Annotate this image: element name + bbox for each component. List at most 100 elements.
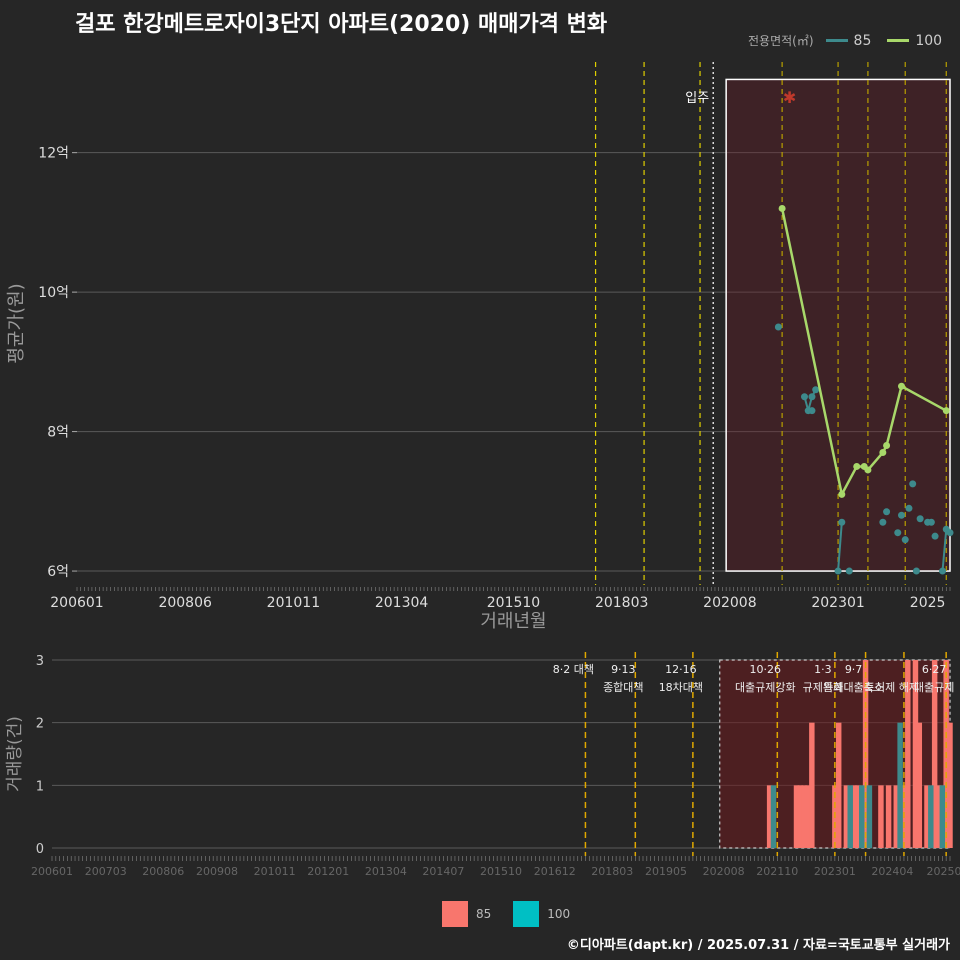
bottom-y-tick-label-3: 3 [36,654,44,669]
series-100-point-1 [838,490,846,498]
bottom-x-tick-label-2: 200806 [142,865,184,878]
series-85-point-13 [901,536,909,544]
bar-85-23 [947,722,953,848]
bar-100-5 [928,785,934,848]
x-tick-label-3: 201304 [375,595,429,611]
bottom-x-tick-label-12: 202008 [703,865,745,878]
series-100-point-0 [778,204,786,212]
legend-bottom-item-85: 85 [476,907,492,921]
policy-label-5-a: 9·7 [845,663,863,676]
policy-label-7-a: 6·27 [922,663,947,676]
policy-label-1-a: 9·13 [611,663,636,676]
policy-label-0-a: 8·2 대책 [553,663,594,676]
y-tick-label-2: 10억 [38,285,69,301]
series-85-point-15 [909,480,917,488]
bar-100-1 [847,785,853,848]
bottom-x-tick-label-11: 201905 [645,865,687,878]
series-85-point-17 [916,515,924,523]
policy-label-2-a: 12·16 [665,663,697,676]
series-100-point-7 [898,382,905,390]
y-tick-label-0: 6억 [47,564,69,580]
series-85-point-7 [838,518,846,526]
policy-label-2-b: 18차대책 [659,681,703,694]
series-100-point-8 [942,407,950,415]
bottom-y-tick-label-0: 0 [36,842,44,857]
policy-label-3-b: 대출규제강화 [735,681,796,694]
x-tick-label-2: 201011 [267,595,320,611]
bottom-x-tick-label-9: 201612 [534,865,576,878]
policy-label-1-b: 종합대책 [603,681,643,694]
series-100-point-6 [883,442,891,450]
y-tick-label-3: 12억 [38,146,69,162]
x-tick-label-8: 2025 [910,595,946,611]
move-in-label: 입주 [685,91,709,106]
x-tick-label-6: 202008 [703,595,756,611]
bottom-x-tick-label-7: 201407 [422,865,464,878]
x-tick-label-1: 200806 [158,595,212,611]
series-85-point-9 [879,518,887,526]
bottom-x-tick-label-10: 201803 [591,865,633,878]
series-85-point-4 [812,386,820,394]
x-axis-title: 거래년월 [480,611,546,632]
series-85-point-1 [801,393,808,401]
bar-85-12 [878,785,884,848]
series-85-point-3 [808,393,816,401]
bottom-x-tick-label-3: 200908 [196,865,238,878]
series-85-point-12 [898,511,905,519]
series-85-point-8 [845,567,853,575]
policy-label-7-b: 대출규제 [914,681,954,694]
x-tick-label-0: 200601 [50,595,103,611]
series-85-point-21 [939,567,947,575]
bar-100-3 [866,785,873,848]
bar-100-0 [770,785,777,848]
legend-bottom-swatch-85 [442,901,468,927]
bar-100-4 [897,722,903,848]
bottom-x-tick-label-15: 202404 [871,865,913,878]
bottom-x-tick-label-13: 202110 [756,865,798,878]
series-85-point-19 [927,518,935,526]
y-axis-title: 평균가(원) [6,283,27,363]
series-85-point-20 [931,532,939,540]
bottom-y-axis-title: 거래량(건) [5,716,25,792]
series-100-point-5 [879,449,887,457]
y-tick-label-1: 8억 [47,425,69,441]
star-marker: ✱ [783,88,796,107]
bottom-x-tick-label-6: 201304 [365,865,407,878]
bottom-x-tick-label-0: 200601 [31,865,73,878]
bottom-x-tick-label-5: 201201 [307,865,349,878]
bar-85-5 [809,722,815,848]
bottom-y-tick-label-2: 2 [36,717,44,732]
series-85-point-6 [834,567,842,575]
bottom-y-tick-label-1: 1 [36,779,44,794]
bar-100-6 [939,785,946,848]
series-85-point-16 [912,567,920,575]
series-100-point-4 [864,466,872,474]
bar-100-2 [859,785,865,848]
bar-85-7 [835,722,842,848]
x-tick-label-5: 201803 [595,595,648,611]
series-85-point-5 [808,407,816,415]
series-100-point-2 [853,462,861,470]
bottom-x-tick-label-14: 202301 [814,865,856,878]
bottom-x-tick-label-1: 200703 [85,865,127,878]
bottom-x-tick-label-16: 20250 [927,865,960,878]
source-footer: ©디아파트(dapt.kr) / 2025.07.31 / 자료=국토교통부 실… [566,938,950,953]
x-tick-label-4: 201510 [487,595,540,611]
bottom-x-tick-label-4: 201011 [254,865,296,878]
chart-canvas: 6억 8억 10억 12억 입주 200601 200806 201011 201304 2015… [5,62,960,878]
policy-label-4-a: 1·3 [814,663,832,676]
series-85-point-11 [894,529,902,537]
bar-85-18 [916,722,923,848]
series-85-point-23 [946,529,954,537]
legend-bottom-item-100: 100 [547,907,571,921]
legend-bottom: 85 100 [442,901,584,927]
series-85-point-14 [905,504,913,512]
series-85-point-10 [883,508,891,516]
series-85-point-0 [774,323,782,331]
legend-bottom-swatch-100 [513,901,540,927]
bar-85-13 [885,785,892,848]
x-tick-label-7: 202301 [811,595,864,611]
bottom-x-tick-label-8: 201510 [480,865,522,878]
policy-label-3-a: 10·26 [750,663,782,676]
policy-label-6-b: 토허제 해제 [865,680,919,694]
